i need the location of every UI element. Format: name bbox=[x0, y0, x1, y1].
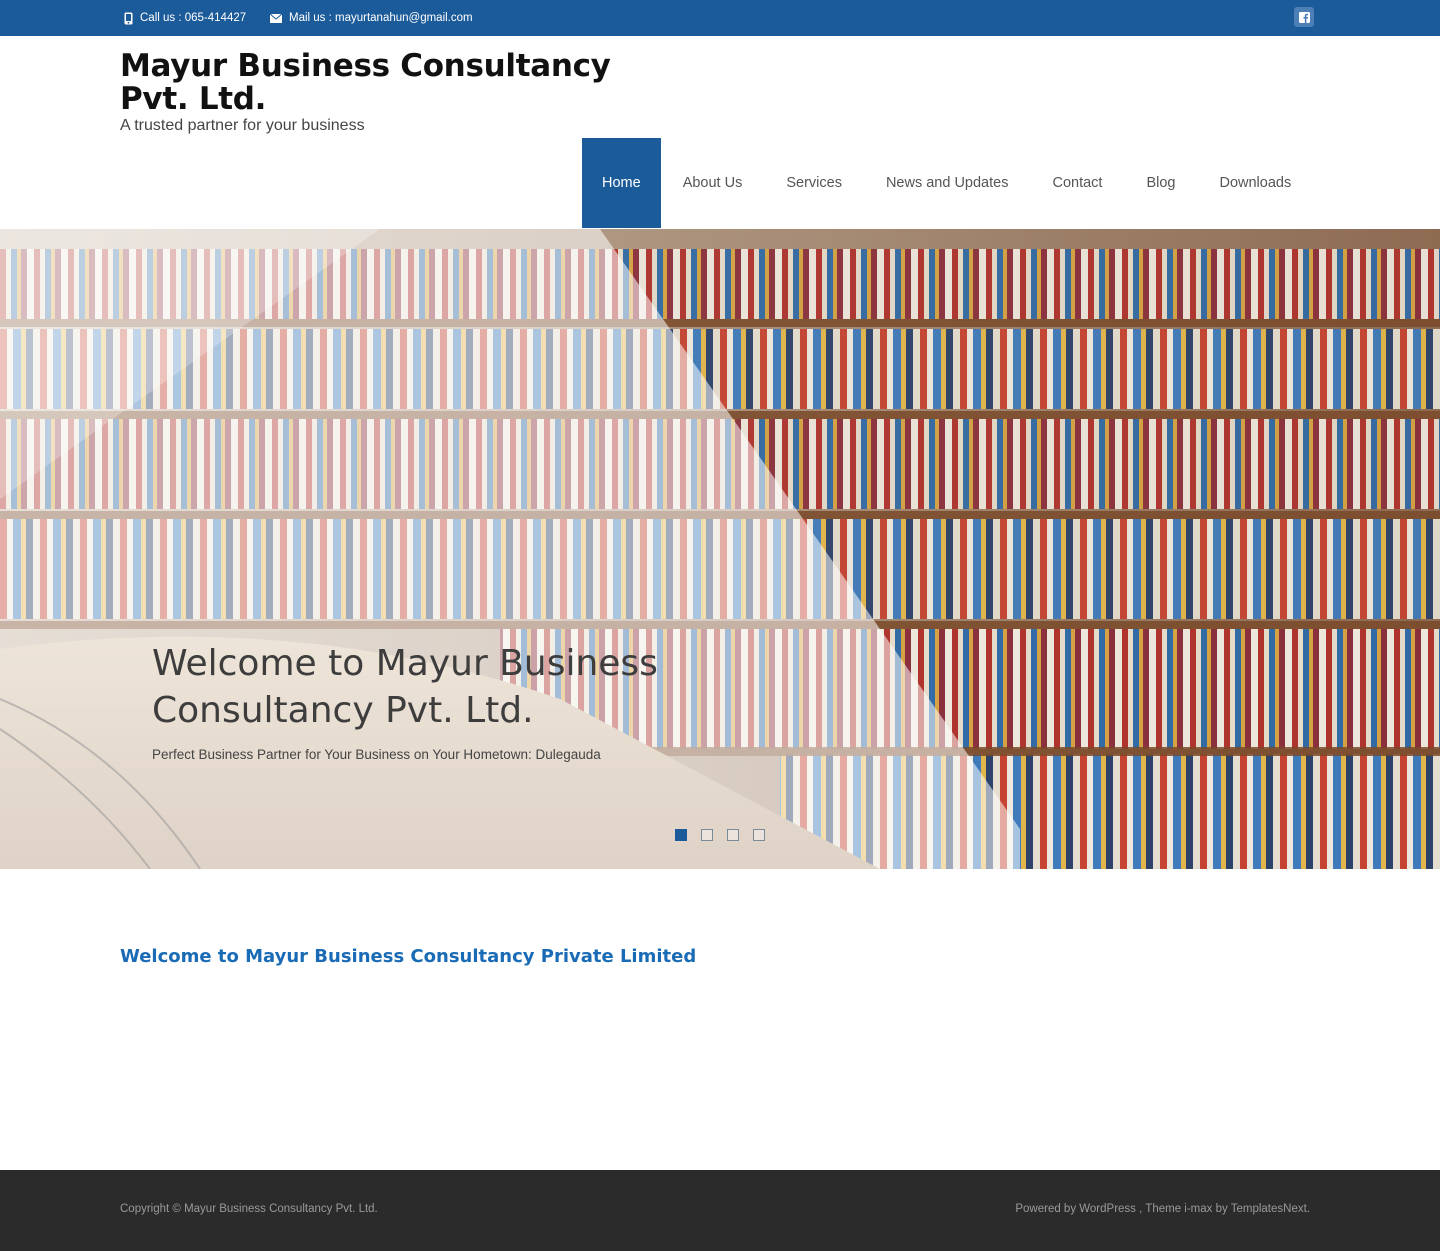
slider-dot-1[interactable] bbox=[675, 829, 687, 841]
powered-by-text[interactable]: Powered by WordPress , Theme i-max by Te… bbox=[1015, 1203, 1310, 1215]
envelope-icon bbox=[270, 13, 282, 23]
nav-item-about-us[interactable]: About Us bbox=[661, 138, 765, 228]
main-navigation: Home About Us Services News and Updates … bbox=[582, 138, 1313, 228]
mail-contact[interactable]: Mail us : mayurtanahun@gmail.com bbox=[270, 10, 473, 26]
nav-item-contact[interactable]: Contact bbox=[1030, 138, 1124, 228]
nav-item-news-and-updates[interactable]: News and Updates bbox=[864, 138, 1031, 228]
phone-text: Call us : 065-414427 bbox=[140, 12, 247, 24]
hero-slider: Welcome to Mayur Business Consultancy Pv… bbox=[0, 229, 1440, 869]
top-bar: Call us : 065-414427 Mail us : mayurtana… bbox=[0, 0, 1440, 36]
hero-title: Welcome to Mayur Business Consultancy Pv… bbox=[152, 643, 658, 731]
nav-item-services[interactable]: Services bbox=[764, 138, 864, 228]
copyright-text: Copyright © Mayur Business Consultancy P… bbox=[120, 1203, 378, 1215]
hero-subtitle: Perfect Business Partner for Your Busine… bbox=[152, 747, 601, 762]
nav-item-home[interactable]: Home bbox=[582, 138, 661, 228]
phone-contact[interactable]: Call us : 065-414427 bbox=[124, 10, 246, 26]
mobile-phone-icon bbox=[124, 12, 133, 24]
slider-pagination bbox=[675, 829, 765, 841]
site-title[interactable]: Mayur Business Consultancy Pvt. Ltd. bbox=[120, 50, 680, 116]
slider-dot-2[interactable] bbox=[701, 829, 713, 841]
facebook-link[interactable] bbox=[1294, 7, 1314, 27]
nav-item-downloads[interactable]: Downloads bbox=[1197, 138, 1313, 228]
facebook-icon bbox=[1298, 11, 1310, 23]
welcome-heading: Welcome to Mayur Business Consultancy Pr… bbox=[120, 946, 697, 967]
site-footer: Copyright © Mayur Business Consultancy P… bbox=[0, 1170, 1440, 1251]
nav-item-blog[interactable]: Blog bbox=[1124, 138, 1197, 228]
site-tagline: A trusted partner for your business bbox=[120, 117, 365, 134]
mail-text: Mail us : mayurtanahun@gmail.com bbox=[289, 12, 473, 24]
slider-dot-3[interactable] bbox=[727, 829, 739, 841]
library-bookshelves-image bbox=[0, 229, 1440, 869]
slider-dot-4[interactable] bbox=[753, 829, 765, 841]
